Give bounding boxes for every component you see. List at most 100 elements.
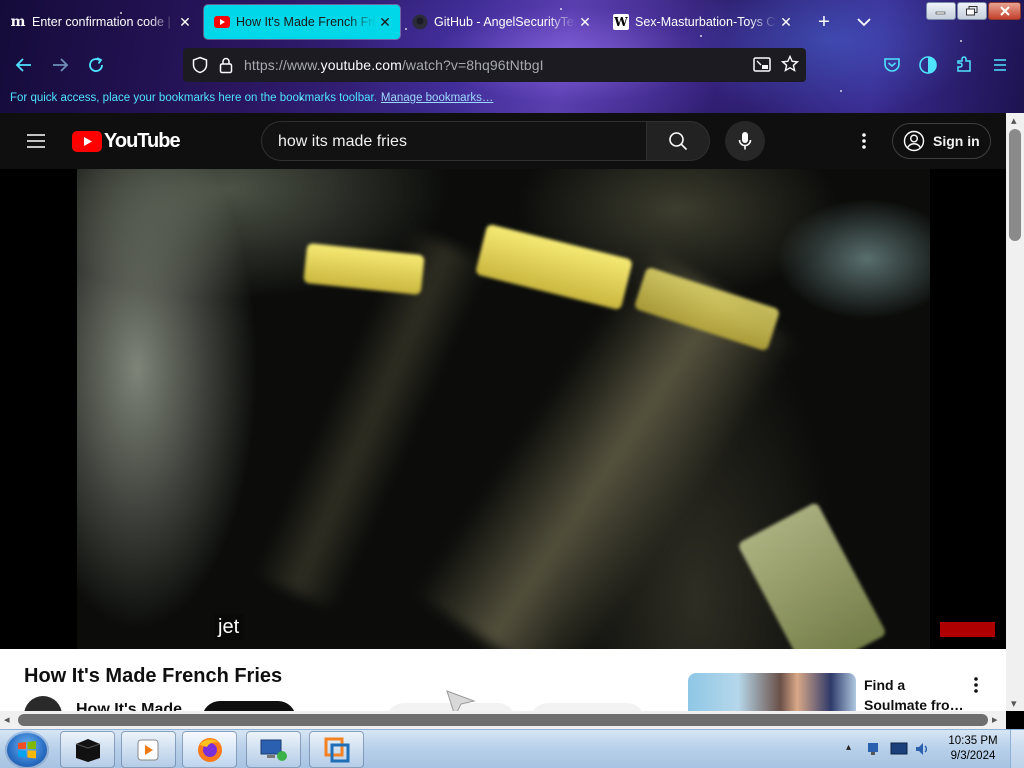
clock-date: 9/3/2024: [950, 750, 996, 762]
search-button[interactable]: [646, 121, 710, 161]
windows-logo-icon: [18, 741, 36, 759]
microphone-icon: [738, 132, 752, 150]
close-tab-icon[interactable]: ✕: [376, 14, 394, 31]
settings-more-button[interactable]: [856, 131, 872, 151]
scroll-down-icon[interactable]: ▾: [1011, 697, 1017, 710]
terminal-icon: [75, 738, 100, 762]
show-desktop-button[interactable]: [1010, 730, 1024, 768]
taskbar-firefox[interactable]: [182, 731, 237, 768]
reload-button[interactable]: [84, 53, 108, 77]
youtube-wordmark: YouTube: [104, 129, 181, 152]
wikipedia-w-icon: W: [613, 14, 629, 30]
bookmark-star-icon[interactable]: [781, 55, 799, 73]
tab-title: Sex-Masturbation-Toys Co: [635, 15, 777, 29]
extensions-button[interactable]: [952, 53, 976, 77]
tab-github[interactable]: GitHub - AngelSecurityTeam ✕: [402, 5, 600, 39]
medium-m-icon: m: [10, 14, 26, 30]
youtube-play-icon: [72, 130, 102, 152]
network-computer-icon: [260, 739, 287, 761]
manage-bookmarks-link[interactable]: Manage bookmarks…: [381, 92, 494, 104]
pocket-icon: [884, 58, 900, 72]
video-title: How It's Made French Fries: [24, 665, 283, 687]
more-vertical-icon: [862, 133, 866, 149]
horizontal-scroll-thumb[interactable]: [18, 714, 988, 726]
tray-overflow-chevron[interactable]: ▴: [846, 742, 851, 753]
tab-wikipedia[interactable]: W Sex-Masturbation-Toys Co ✕: [603, 5, 801, 39]
vertical-scroll-thumb[interactable]: [1009, 129, 1021, 241]
app-menu-button[interactable]: [988, 53, 1012, 77]
start-button[interactable]: [5, 731, 49, 768]
github-icon: [412, 14, 428, 30]
sign-in-button[interactable]: Sign in: [892, 123, 991, 159]
bookmarks-toolbar: For quick access, place your bookmarks h…: [10, 92, 493, 104]
account-circle-icon: [903, 130, 925, 152]
forward-button[interactable]: [48, 53, 72, 77]
overlay-badge: [940, 622, 995, 637]
lock-icon[interactable]: [219, 56, 233, 74]
hamburger-icon: [994, 59, 1006, 71]
shield-icon[interactable]: [191, 56, 209, 74]
minimize-button[interactable]: [926, 2, 956, 20]
tab-confirmation-code[interactable]: m Enter confirmation code | M ✕: [0, 5, 200, 39]
vertical-scrollbar[interactable]: ▴ ▾: [1006, 113, 1024, 711]
pocket-button[interactable]: [880, 53, 904, 77]
guide-menu-button[interactable]: [26, 131, 46, 151]
tray-network-icon[interactable]: [866, 741, 882, 757]
tray-display-icon[interactable]: [890, 741, 908, 757]
fry-shape: [737, 501, 887, 649]
tray-speaker-icon[interactable]: [914, 741, 930, 757]
search-input[interactable]: how its made fries: [261, 121, 647, 161]
search-query[interactable]: how its made fries: [278, 133, 407, 151]
scroll-right-icon[interactable]: ▸: [992, 713, 998, 726]
chevron-down-icon: [857, 18, 871, 27]
picture-in-picture-icon[interactable]: [753, 57, 771, 73]
search-icon: [669, 132, 688, 151]
close-icon: [999, 6, 1010, 16]
browser-chrome: m Enter confirmation code | M ✕ How It's…: [0, 0, 1024, 113]
puzzle-icon: [957, 56, 971, 72]
taskbar-media-player[interactable]: [121, 731, 176, 768]
system-clock[interactable]: 10:35 PM 9/3/2024: [940, 734, 1006, 764]
horizontal-scrollbar[interactable]: ◂ ▸: [0, 711, 1006, 729]
tab-title: GitHub - AngelSecurityTeam: [434, 15, 576, 29]
taskbar-terminal[interactable]: [60, 731, 115, 768]
youtube-logo[interactable]: YouTube: [72, 129, 181, 153]
watch-metadata: How It's Made French Fries How It's Made…: [0, 649, 1006, 739]
restore-button[interactable]: [957, 2, 987, 20]
video-caption: jet: [214, 614, 244, 640]
tab-title: How It's Made French Fries: [236, 15, 376, 29]
hamburger-icon: [27, 134, 45, 148]
close-tab-icon[interactable]: ✕: [176, 14, 194, 31]
close-tab-icon[interactable]: ✕: [576, 14, 594, 31]
video-player[interactable]: [77, 169, 930, 649]
scroll-up-icon[interactable]: ▴: [1011, 114, 1017, 127]
back-button[interactable]: [12, 53, 36, 77]
url-bar[interactable]: https://www.youtube.com/watch?v=8hq96tNt…: [183, 48, 806, 82]
taskbar-vmware[interactable]: [309, 731, 364, 768]
more-vertical-icon: [974, 677, 978, 693]
restore-icon: [966, 6, 978, 16]
arrow-right-icon: [53, 58, 69, 72]
sponsored-title[interactable]: Find a Soulmate fro…: [864, 675, 964, 715]
scroll-left-icon[interactable]: ◂: [4, 713, 10, 726]
close-window-button[interactable]: [988, 2, 1021, 20]
taskbar-remote-desktop[interactable]: [246, 731, 301, 768]
youtube-icon: [214, 14, 230, 30]
fry-shape: [474, 223, 634, 311]
vmware-icon: [324, 737, 349, 762]
firefox-icon: [197, 737, 222, 762]
minimize-icon: [935, 11, 946, 15]
tab-title: Enter confirmation code | M: [32, 15, 176, 29]
new-tab-button[interactable]: +: [814, 12, 834, 32]
list-all-tabs-button[interactable]: [852, 10, 876, 34]
reload-icon: [89, 57, 103, 72]
sign-in-label: Sign in: [933, 133, 980, 149]
extension-dark-reader-button[interactable]: [916, 53, 940, 77]
tab-youtube-active[interactable]: How It's Made French Fries ✕: [204, 5, 400, 39]
youtube-header: YouTube how its made fries Sign in: [0, 113, 1006, 169]
close-tab-icon[interactable]: ✕: [777, 14, 795, 31]
sponsored-more-button[interactable]: [968, 675, 984, 695]
url-text[interactable]: https://www.youtube.com/watch?v=8hq96tNt…: [244, 57, 544, 73]
voice-search-button[interactable]: [725, 121, 765, 161]
arrow-left-icon: [15, 58, 31, 72]
